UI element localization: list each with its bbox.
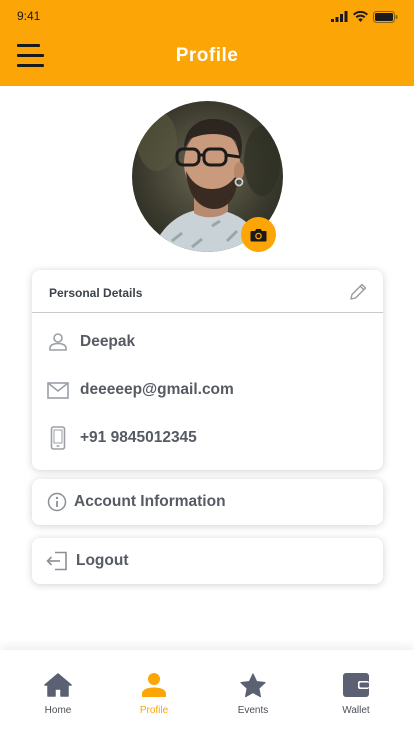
nav-item-wallet[interactable]: Wallet [316,650,396,736]
mail-icon [46,378,70,402]
camera-icon [250,228,267,241]
status-bar: 9:41 [0,0,414,32]
user-name: Deepak [80,333,136,350]
bottom-navigation: Home Profile Events Wallet [0,650,414,736]
user-icon [142,673,166,697]
nav-label-home: Home [44,705,72,716]
status-time: 9:41 [17,9,41,23]
change-photo-button[interactable] [241,217,276,252]
personal-details-heading: Personal Details [49,286,143,300]
edit-pencil-icon[interactable] [348,282,368,302]
logout-icon [45,549,69,573]
nav-label-wallet: Wallet [342,705,370,716]
account-information-button[interactable]: Account Information [32,479,383,525]
home-icon [44,673,72,697]
user-email: deeeeep@gmail.com [80,381,234,398]
app-header: 9:41 Profile [0,0,414,86]
user-phone: +91 9845012345 [80,429,197,446]
personal-details-header: Personal Details [32,270,383,313]
nav-item-events[interactable]: Events [213,650,293,736]
logout-button[interactable]: Logout [32,538,383,584]
signal-icon [331,11,348,22]
email-row: deeeeep@gmail.com [32,378,383,408]
nav-label-profile: Profile [139,705,169,716]
wifi-icon [353,11,368,22]
logout-label: Logout [76,552,129,569]
nav-label-events: Events [237,705,269,716]
name-row: Deepak [32,330,383,360]
personal-details-card: Personal Details Deepak deeeeep@gmail.co… [32,270,383,470]
phone-icon [46,426,70,450]
wallet-icon [343,673,369,697]
nav-item-home[interactable]: Home [18,650,98,736]
star-icon [240,672,266,697]
info-icon [45,490,69,514]
phone-row: +91 9845012345 [32,426,383,456]
account-information-label: Account Information [74,493,226,510]
nav-item-profile[interactable]: Profile [114,650,194,736]
person-icon [46,330,70,354]
page-title: Profile [175,45,239,66]
battery-icon [373,10,398,23]
status-icons [331,10,398,23]
